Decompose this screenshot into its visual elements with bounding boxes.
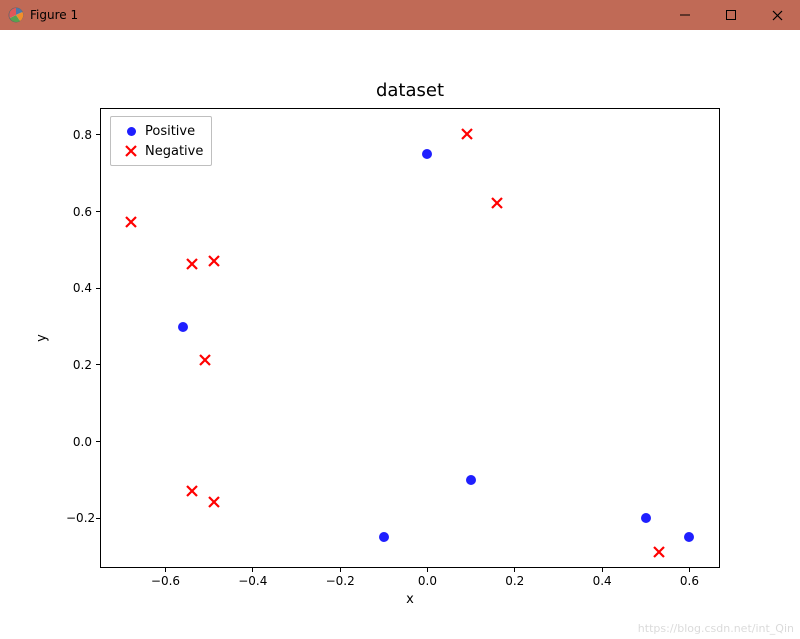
x-tick-label: 0.6 <box>680 574 699 588</box>
legend: Positive Negative <box>110 116 212 166</box>
y-tick-label: −0.2 <box>66 511 92 525</box>
dot-icon <box>117 127 145 136</box>
data-point-negative <box>208 493 220 505</box>
legend-entry: Positive <box>117 121 203 141</box>
legend-entry: Negative <box>117 141 203 161</box>
window-controls <box>662 0 800 30</box>
figure-canvas: https://blog.csdn.net/int_Qin dataset −0.… <box>0 30 800 639</box>
data-point-positive <box>466 475 476 485</box>
data-point-negative <box>208 252 220 264</box>
y-tick-label: 0.6 <box>66 205 92 219</box>
data-point-positive <box>422 149 432 159</box>
window-title: Figure 1 <box>30 8 78 22</box>
window-titlebar: Figure 1 <box>0 0 800 30</box>
x-axis-label: x <box>406 592 414 607</box>
x-tick <box>689 568 690 572</box>
maximize-button[interactable] <box>708 0 754 30</box>
data-point-negative <box>653 543 665 555</box>
matplotlib-icon <box>8 7 24 23</box>
x-tick-label: −0.6 <box>151 574 180 588</box>
chart-title: dataset <box>376 80 444 101</box>
data-point-negative <box>186 255 198 267</box>
y-tick <box>96 441 100 442</box>
axes-frame <box>100 108 720 568</box>
data-point-negative <box>125 213 137 225</box>
x-tick-label: 0.4 <box>593 574 612 588</box>
y-tick <box>96 364 100 365</box>
watermark-text: https://blog.csdn.net/int_Qin <box>638 622 794 635</box>
data-point-negative <box>491 194 503 206</box>
x-tick <box>165 568 166 572</box>
x-tick <box>514 568 515 572</box>
x-tick-label: −0.2 <box>326 574 355 588</box>
y-tick <box>96 288 100 289</box>
y-tick-label: 0.2 <box>66 358 92 372</box>
y-tick-label: 0.4 <box>66 281 92 295</box>
x-tick <box>602 568 603 572</box>
data-point-negative <box>461 125 473 137</box>
y-tick <box>96 518 100 519</box>
minimize-button[interactable] <box>662 0 708 30</box>
legend-label: Positive <box>145 124 195 139</box>
x-tick-label: −0.4 <box>238 574 267 588</box>
x-tick <box>252 568 253 572</box>
x-tick <box>427 568 428 572</box>
data-point-negative <box>199 351 211 363</box>
data-point-positive <box>684 532 694 542</box>
y-tick <box>96 134 100 135</box>
legend-label: Negative <box>145 144 203 159</box>
y-tick-label: 0.8 <box>66 128 92 142</box>
y-tick <box>96 211 100 212</box>
x-tick-label: 0.2 <box>505 574 524 588</box>
x-tick <box>340 568 341 572</box>
data-point-positive <box>178 322 188 332</box>
data-point-positive <box>641 513 651 523</box>
y-tick-label: 0.0 <box>66 435 92 449</box>
close-button[interactable] <box>754 0 800 30</box>
data-point-negative <box>186 482 198 494</box>
y-axis-label: y <box>35 334 50 342</box>
data-point-positive <box>379 532 389 542</box>
x-tick-label: 0.0 <box>418 574 437 588</box>
x-icon <box>117 145 145 157</box>
